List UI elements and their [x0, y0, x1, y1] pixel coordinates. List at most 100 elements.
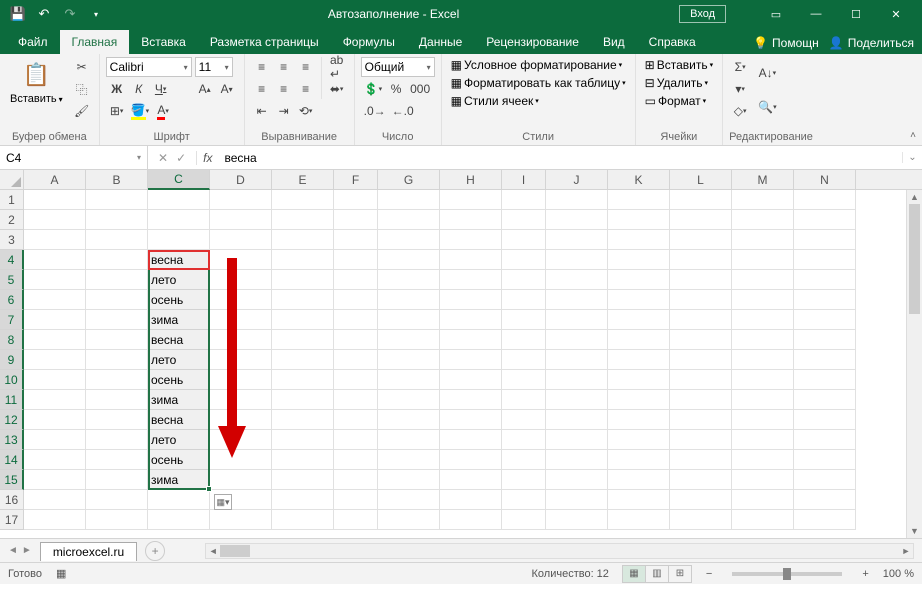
cell[interactable] — [502, 330, 546, 350]
cell[interactable] — [334, 290, 378, 310]
cell[interactable] — [24, 190, 86, 210]
cell[interactable] — [546, 210, 608, 230]
macro-record-icon[interactable]: ▦ — [56, 567, 66, 580]
cell[interactable] — [210, 290, 272, 310]
cell[interactable] — [24, 470, 86, 490]
cell[interactable] — [210, 390, 272, 410]
cell[interactable] — [24, 390, 86, 410]
expand-formula-bar-icon[interactable]: ⌄ — [902, 152, 922, 163]
tab-help[interactable]: Справка — [637, 30, 708, 54]
column-header[interactable]: J — [546, 170, 608, 189]
number-format-combo[interactable]: Общий▾ — [361, 57, 435, 77]
cell[interactable] — [440, 350, 502, 370]
cell[interactable] — [86, 510, 148, 530]
page-break-view-icon[interactable]: ⊞ — [668, 565, 692, 583]
cell[interactable] — [334, 310, 378, 330]
cell[interactable] — [670, 310, 732, 330]
cell[interactable] — [272, 390, 334, 410]
zoom-level[interactable]: 100 % — [883, 568, 914, 580]
cell[interactable] — [334, 270, 378, 290]
cell[interactable] — [440, 490, 502, 510]
cell[interactable] — [670, 270, 732, 290]
cell[interactable] — [378, 510, 440, 530]
fill-handle[interactable] — [206, 486, 212, 492]
cell[interactable] — [24, 350, 86, 370]
cell[interactable] — [502, 210, 546, 230]
cells-area[interactable]: весналетоосеньзимавесналетоосеньзимавесн… — [24, 190, 856, 530]
cell[interactable]: весна — [148, 330, 210, 350]
cell[interactable] — [440, 310, 502, 330]
shrink-font-icon[interactable]: A▾ — [216, 79, 238, 99]
cell[interactable] — [272, 190, 334, 210]
cell[interactable]: зима — [148, 390, 210, 410]
cell[interactable] — [440, 330, 502, 350]
cell[interactable] — [440, 390, 502, 410]
cell[interactable] — [334, 370, 378, 390]
cell[interactable] — [546, 390, 608, 410]
cell[interactable] — [440, 470, 502, 490]
page-layout-view-icon[interactable]: ▥ — [645, 565, 669, 583]
cell[interactable] — [210, 430, 272, 450]
cell[interactable] — [24, 290, 86, 310]
cell[interactable] — [378, 370, 440, 390]
column-header[interactable]: C — [148, 170, 210, 190]
cell[interactable] — [794, 210, 856, 230]
cell[interactable] — [334, 190, 378, 210]
cell[interactable] — [210, 330, 272, 350]
paste-button[interactable]: 📋 Вставить▾ — [6, 57, 67, 107]
scroll-down-icon[interactable]: ▼ — [907, 524, 922, 538]
borders-icon[interactable]: ⊞▾ — [106, 101, 128, 121]
cell[interactable] — [148, 510, 210, 530]
cell[interactable] — [378, 490, 440, 510]
cell[interactable] — [502, 190, 546, 210]
cell[interactable] — [24, 250, 86, 270]
cell[interactable] — [546, 350, 608, 370]
cell[interactable] — [86, 210, 148, 230]
zoom-out-icon[interactable]: − — [706, 568, 712, 580]
cell[interactable] — [794, 290, 856, 310]
cell[interactable] — [608, 230, 670, 250]
cell[interactable] — [86, 350, 148, 370]
cell[interactable] — [608, 310, 670, 330]
cell[interactable] — [24, 510, 86, 530]
cell[interactable] — [334, 410, 378, 430]
cell[interactable] — [334, 510, 378, 530]
cell[interactable] — [732, 190, 794, 210]
cell[interactable] — [86, 290, 148, 310]
cell[interactable] — [546, 290, 608, 310]
row-header[interactable]: 4 — [0, 250, 24, 270]
cell[interactable] — [378, 230, 440, 250]
cell[interactable] — [440, 270, 502, 290]
cell[interactable] — [334, 450, 378, 470]
column-header[interactable]: G — [378, 170, 440, 189]
cell[interactable] — [794, 350, 856, 370]
tab-page-layout[interactable]: Разметка страницы — [198, 30, 331, 54]
scroll-left-icon[interactable]: ◄ — [206, 546, 220, 556]
cell[interactable] — [272, 210, 334, 230]
fx-icon[interactable]: fx — [196, 151, 218, 165]
cell[interactable] — [86, 330, 148, 350]
spreadsheet-grid[interactable]: ABCDEFGHIJKLMN 1234567891011121314151617… — [0, 170, 922, 538]
cell[interactable] — [24, 430, 86, 450]
cell[interactable] — [732, 230, 794, 250]
wrap-text-icon[interactable]: ab↵ — [326, 57, 348, 77]
cell[interactable] — [210, 210, 272, 230]
cell[interactable] — [378, 430, 440, 450]
tab-file[interactable]: Файл — [6, 30, 60, 54]
row-header[interactable]: 1 — [0, 190, 23, 210]
tab-review[interactable]: Рецензирование — [474, 30, 591, 54]
cell[interactable] — [670, 510, 732, 530]
cell[interactable] — [608, 290, 670, 310]
horizontal-scrollbar[interactable]: ◄ ► — [205, 543, 914, 559]
cell[interactable] — [608, 250, 670, 270]
cell[interactable] — [794, 370, 856, 390]
cell[interactable] — [272, 470, 334, 490]
cell[interactable] — [378, 250, 440, 270]
vertical-scrollbar[interactable]: ▲ ▼ — [906, 190, 922, 538]
cell[interactable] — [440, 210, 502, 230]
delete-cells-button[interactable]: ⊟Удалить▾ — [642, 75, 716, 91]
cell[interactable] — [546, 510, 608, 530]
cell[interactable] — [24, 230, 86, 250]
cell[interactable] — [148, 230, 210, 250]
share-button[interactable]: 👤Поделиться — [829, 36, 914, 50]
